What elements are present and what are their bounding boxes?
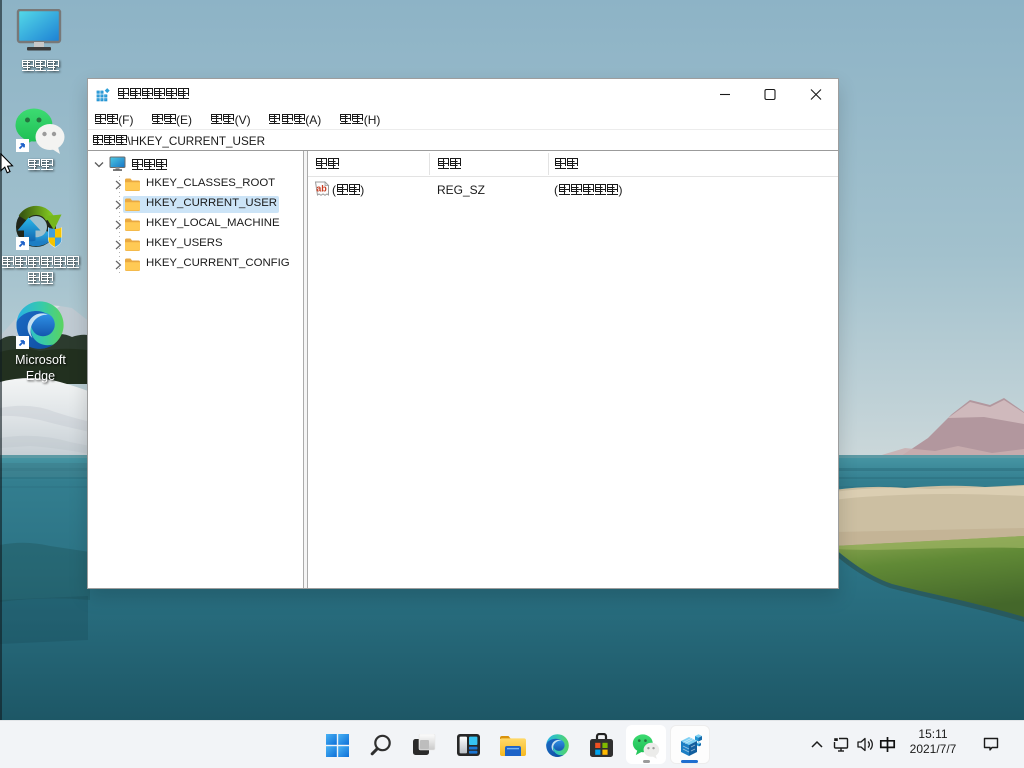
- svg-text:ab: ab: [316, 184, 327, 194]
